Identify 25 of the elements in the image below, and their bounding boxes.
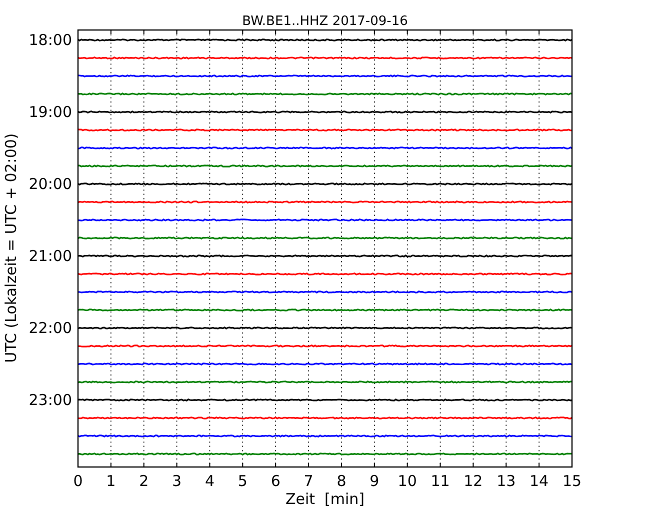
tick-label: 5 [238,472,248,490]
tick-label: 20:00 [28,175,72,193]
tick-label: 9 [370,472,380,490]
tick-label: 12 [464,472,483,490]
tick-label: 23:00 [28,391,72,409]
tick-label: 10 [398,472,417,490]
tick-label: 6 [270,472,280,490]
axis-label: UTC (Lokalzeit = UTC + 02:00) [2,133,20,363]
tick-label: 13 [496,472,516,490]
tick-label: 14 [530,472,549,490]
tick-label: 2 [139,472,149,490]
tick-label: 18:00 [28,31,72,49]
tick-label: 21:00 [28,247,72,265]
tick-label: 0 [73,472,83,490]
tick-label: 22:00 [28,319,72,337]
tick-label: 3 [172,472,182,490]
tick-label: 15 [562,472,582,490]
tick-label: 7 [304,472,314,490]
axis-label: Zeit [min] [285,490,365,508]
chart-title: BW.BE1..HHZ 2017-09-16 [242,14,408,29]
tick-label: 11 [430,472,450,490]
tick-label: 8 [336,472,346,490]
tick-label: 19:00 [28,103,72,121]
tick-label: 4 [204,472,214,490]
tick-label: 1 [106,472,116,490]
